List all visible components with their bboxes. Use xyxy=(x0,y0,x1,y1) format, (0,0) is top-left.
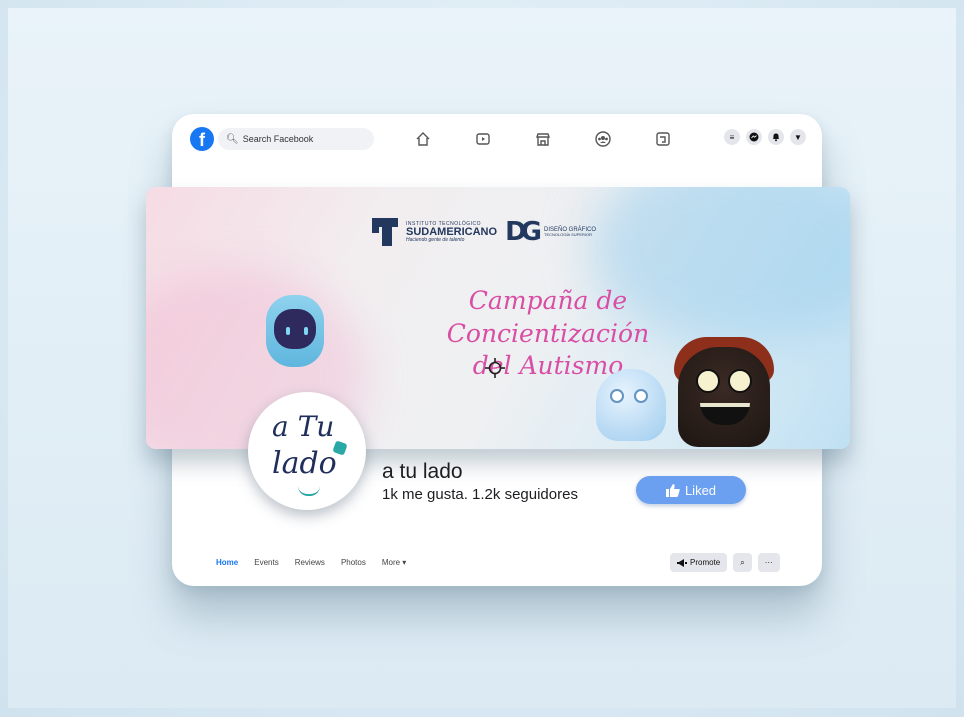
liked-label: Liked xyxy=(684,482,717,498)
crosshair-icon xyxy=(485,358,505,378)
page-search-button[interactable]: ⌕ xyxy=(733,553,752,572)
search-placeholder: Search Facebook xyxy=(242,134,314,144)
account-dropdown-icon[interactable]: ▼ xyxy=(790,129,806,145)
institute-tagline: Haciendo gente de talento xyxy=(406,236,465,243)
ghost-character-illustration xyxy=(596,369,666,441)
avatar-text-line-1: a Tu xyxy=(272,410,335,443)
sudamericano-wordmark: INSTITUTO TECNOLÓGICO SUDAMERICANO Hacie… xyxy=(406,221,498,243)
gaming-icon[interactable] xyxy=(652,128,674,150)
dg-subtitle: TECNOLOGÍA SUPERIOR xyxy=(544,232,593,238)
tab-photos[interactable]: Photos xyxy=(341,558,366,567)
page-tabs: Home Events Reviews Photos More ▾ xyxy=(216,558,406,567)
notifications-icon[interactable] xyxy=(768,129,784,145)
dg-wordmark: DISEÑO GRÁFICO TECNOLOGÍA SUPERIOR xyxy=(544,227,596,238)
sudamericano-logo-icon xyxy=(372,218,398,246)
home-icon[interactable] xyxy=(412,128,434,150)
more-icon: ··· xyxy=(764,558,773,567)
account-icons: ≡ ▼ xyxy=(724,129,806,145)
page-stats: 1k me gusta. 1.2k seguidores xyxy=(382,486,578,503)
marketplace-icon[interactable] xyxy=(532,128,554,150)
institution-logos: INSTITUTO TECNOLÓGICO SUDAMERICANO Hacie… xyxy=(372,217,596,247)
top-navigation-bar: f 🔍︎ Search Facebook ≡ ▼ xyxy=(172,114,822,166)
promote-button[interactable]: Promote xyxy=(670,553,728,572)
page-title: a tu lado xyxy=(382,460,463,483)
search-icon: ⌕ xyxy=(740,557,745,567)
headline-line-1: Campaña de Concientización xyxy=(446,286,650,348)
menu-icon[interactable]: ≡ xyxy=(724,129,740,145)
tab-reviews[interactable]: Reviews xyxy=(295,558,325,567)
dg-logo-icon: DG xyxy=(505,217,542,247)
search-input[interactable]: 🔍︎ Search Facebook xyxy=(218,128,374,150)
video-icon[interactable] xyxy=(472,128,494,150)
page-actions: Promote ⌕ ··· xyxy=(670,553,780,572)
institute-name: SUDAMERICANO xyxy=(406,225,498,238)
robot-character-illustration xyxy=(260,295,330,395)
liked-button[interactable]: Liked xyxy=(636,476,746,504)
cover-photo[interactable]: INSTITUTO TECNOLÓGICO SUDAMERICANO Hacie… xyxy=(146,187,850,449)
promote-label: Promote xyxy=(690,558,721,567)
more-options-button[interactable]: ··· xyxy=(757,553,780,572)
thumbs-up-icon xyxy=(665,483,680,497)
main-nav-icons xyxy=(412,128,674,150)
tab-events[interactable]: Events xyxy=(254,558,278,567)
smile-icon xyxy=(298,486,320,496)
groups-icon[interactable] xyxy=(592,128,614,150)
tab-home[interactable]: Home xyxy=(216,558,238,567)
facebook-logo-icon[interactable]: f xyxy=(190,127,214,151)
megaphone-icon xyxy=(677,558,687,567)
avatar-text-line-2: lado xyxy=(272,446,337,481)
profile-avatar[interactable]: a Tu lado xyxy=(248,392,366,510)
tab-more[interactable]: More ▾ xyxy=(382,558,406,567)
messenger-icon[interactable] xyxy=(746,129,762,145)
search-icon: 🔍︎ xyxy=(226,133,239,145)
monster-character-illustration xyxy=(674,337,774,449)
